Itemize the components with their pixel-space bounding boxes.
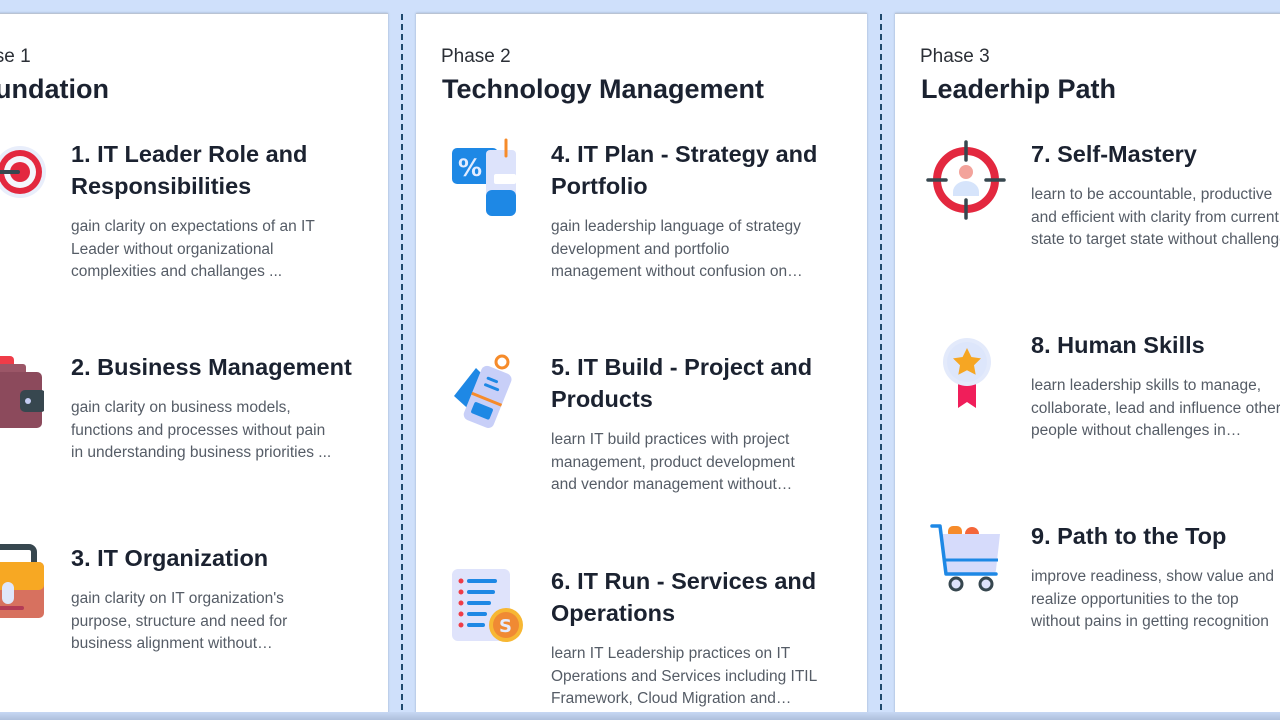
tags-icon — [446, 352, 526, 432]
course-item-description: learn leadership skills to manage, colla… — [1031, 377, 1280, 439]
course-item-title: 2. Business Management — [71, 354, 352, 380]
phase-3-label: Phase 3 — [920, 46, 990, 67]
course-item-description: gain leadership language of strategy dev… — [551, 218, 803, 280]
course-item-title: 6. IT Run - Services and Operations — [551, 568, 817, 626]
course-item-description: gain clarity on IT organization's purpos… — [71, 590, 288, 652]
course-item-description: gain clarity on expectations of an IT Le… — [71, 218, 315, 280]
phase-2-label: Phase 2 — [441, 46, 511, 67]
course-item-title: 9. Path to the Top — [1031, 523, 1227, 549]
crosshair-person-icon — [926, 140, 1006, 220]
course-item-title: 5. IT Build - Project and Products — [551, 354, 813, 412]
course-item-description: improve readiness, show value and realiz… — [1031, 568, 1274, 630]
phase-2-title: Technology Management — [442, 74, 765, 104]
page-bottom-edge — [0, 712, 1280, 720]
course-item-title: 3. IT Organization — [71, 545, 269, 571]
course-item-description: gain clarity on business models, functio… — [71, 399, 332, 461]
svg-text:%: % — [458, 154, 482, 182]
phase-1-title: Foundation — [0, 74, 109, 104]
svg-text:S: S — [499, 616, 512, 637]
course-item-title: 7. Self-Mastery — [1031, 141, 1197, 167]
course-item-description: learn IT Leadership practices on IT Oper… — [551, 645, 818, 707]
briefcase-icon — [0, 542, 44, 622]
price-tag-percent-icon: % — [446, 138, 526, 218]
phase-1-label: Phase 1 — [0, 46, 31, 67]
phase-divider — [401, 14, 403, 720]
course-item-description: learn IT build practices with project ma… — [551, 431, 795, 493]
phase-3-title: Leaderhip Path — [921, 74, 1117, 104]
wallet-icon — [0, 352, 44, 432]
course-phases-page: Phase 1 Foundation 1. IT Leader Role and… — [0, 0, 1280, 720]
phase-divider — [880, 14, 882, 720]
shopping-cart-icon — [926, 520, 1006, 600]
target-icon — [0, 132, 60, 212]
course-item-title: 4. IT Plan - Strategy and Portfolio — [551, 141, 818, 199]
invoice-coin-icon: S — [446, 565, 526, 645]
course-item-description: learn to be accountable, productive and … — [1031, 186, 1280, 248]
award-badge-icon — [926, 330, 1006, 410]
course-item-title: 8. Human Skills — [1031, 332, 1205, 358]
course-item-title: 1. IT Leader Role and Responsibilities — [71, 141, 308, 199]
